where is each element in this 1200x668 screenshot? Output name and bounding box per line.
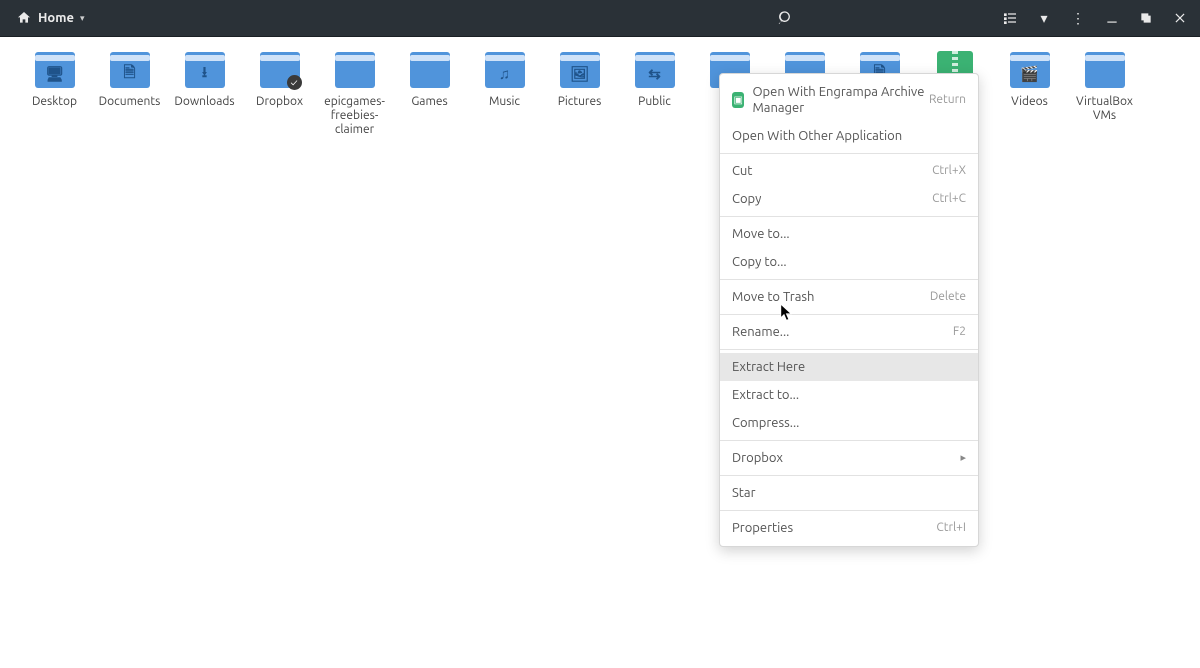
menu-label: Compress...	[732, 415, 799, 431]
grid-item[interactable]: ⇆ Public	[617, 43, 692, 111]
menu-accel: F2	[953, 324, 966, 340]
folder-icon	[0, 45, 4, 93]
archive-app-icon: ▣	[732, 92, 744, 108]
titlebar: Home ▾ ▾ ⋮	[0, 0, 1200, 37]
window-minimize-button[interactable]	[1100, 6, 1124, 30]
window-close-button[interactable]	[1168, 6, 1192, 30]
menu-separator	[720, 216, 978, 217]
menu-copy-to[interactable]: Copy to...	[720, 248, 978, 276]
menu-label: Move to...	[732, 226, 790, 242]
menu-label: Properties	[732, 520, 793, 536]
view-mode-dropdown[interactable]: ▾	[1032, 6, 1056, 30]
folder-icon: 🗎	[106, 45, 154, 93]
menu-separator	[720, 153, 978, 154]
grid-item[interactable]: epicgames-freebies-claimer	[317, 43, 392, 139]
submenu-arrow-icon: ▸	[960, 450, 966, 466]
menu-accel: Delete	[930, 289, 966, 305]
menu-copy[interactable]: Copy Ctrl+C	[720, 185, 978, 213]
context-menu: ▣ Open With Engrampa Archive Manager Ret…	[719, 73, 979, 547]
menu-separator	[720, 279, 978, 280]
menu-separator	[720, 349, 978, 350]
menu-accel: Ctrl+I	[936, 520, 966, 536]
menu-separator	[720, 510, 978, 511]
location-dropdown-icon: ▾	[80, 13, 85, 24]
menu-label: Dropbox	[732, 450, 783, 466]
location-breadcrumb[interactable]: Home ▾	[8, 10, 84, 26]
grid-item[interactable]: ♫ Music	[467, 43, 542, 111]
grid-item[interactable]: ✓ Dropbox	[242, 43, 317, 111]
grid-item[interactable]: ob	[0, 43, 17, 111]
menu-label: Copy to...	[732, 254, 787, 270]
menu-accel: Ctrl+X	[932, 163, 966, 179]
menu-label: Star	[732, 485, 756, 501]
grid-item-label: Public	[638, 95, 671, 109]
home-icon	[16, 10, 32, 26]
grid-item-label: Desktop	[32, 95, 77, 109]
grid-item[interactable]: 🎬 Videos	[992, 43, 1067, 111]
grid-item-label: Games	[411, 95, 447, 109]
grid-item[interactable]: 🗎 Documents	[92, 43, 167, 111]
grid-item[interactable]: VirtualBox VMs	[1067, 43, 1142, 125]
grid-item-label: epicgames-freebies-claimer	[319, 95, 390, 137]
menu-label: Extract Here	[732, 359, 805, 375]
grid-item[interactable]: 🖼 Pictures	[542, 43, 617, 111]
grid-item-label: Pictures	[558, 95, 602, 109]
menu-dropbox[interactable]: Dropbox ▸	[720, 444, 978, 472]
folder-icon: ♫	[481, 45, 529, 93]
window-maximize-button[interactable]	[1134, 6, 1158, 30]
menu-separator	[720, 475, 978, 476]
grid-item[interactable]: Games	[392, 43, 467, 111]
folder-icon: 🖼	[556, 45, 604, 93]
menu-accel: Ctrl+C	[932, 191, 966, 207]
icon-grid: ob 🖥 Desktop 🗎 Documents ⭳ Downloads ✓ Dropbox ep…	[0, 37, 1200, 139]
sync-badge-icon: ✓	[287, 75, 302, 90]
grid-item-label: Videos	[1011, 95, 1048, 109]
menu-separator	[720, 314, 978, 315]
menu-move-to-trash[interactable]: Move to Trash Delete	[720, 283, 978, 311]
folder-icon	[331, 45, 379, 93]
menu-open-with-other[interactable]: Open With Other Application	[720, 122, 978, 150]
menu-label: Cut	[732, 163, 752, 179]
menu-star[interactable]: Star	[720, 479, 978, 507]
menu-move-to[interactable]: Move to...	[720, 220, 978, 248]
folder-icon: 🎬	[1006, 45, 1054, 93]
menu-label: Move to Trash	[732, 289, 814, 305]
folder-icon: 🖥	[31, 45, 79, 93]
folder-icon: ⇆	[631, 45, 679, 93]
grid-item[interactable]: ⭳ Downloads	[167, 43, 242, 111]
menu-open-with-default[interactable]: ▣ Open With Engrampa Archive Manager Ret…	[720, 78, 978, 122]
menu-label: Rename...	[732, 324, 789, 340]
folder-icon	[1081, 45, 1129, 93]
folder-icon: ✓	[256, 45, 304, 93]
menu-extract-to[interactable]: Extract to...	[720, 381, 978, 409]
grid-item-label: Downloads	[174, 95, 234, 109]
grid-item-label: Documents	[99, 95, 161, 109]
menu-label: Extract to...	[732, 387, 799, 403]
grid-item-label: Dropbox	[256, 95, 303, 109]
grid-item-label: Music	[489, 95, 520, 109]
grid-item-label: VirtualBox VMs	[1069, 95, 1140, 123]
location-label: Home	[38, 11, 74, 25]
folder-icon	[406, 45, 454, 93]
grid-item[interactable]: 🖥 Desktop	[17, 43, 92, 111]
menu-properties[interactable]: Properties Ctrl+I	[720, 514, 978, 542]
titlebar-actions: ▾ ⋮	[998, 6, 1192, 30]
menu-label: Open With Other Application	[732, 128, 902, 144]
menu-rename[interactable]: Rename... F2	[720, 318, 978, 346]
hamburger-menu-button[interactable]: ⋮	[1066, 6, 1090, 30]
menu-extract-here[interactable]: Extract Here	[720, 353, 978, 381]
menu-label: Copy	[732, 191, 761, 207]
menu-separator	[720, 440, 978, 441]
view-mode-button[interactable]	[998, 6, 1022, 30]
menu-accel: Return	[929, 92, 966, 108]
search-button[interactable]	[774, 6, 798, 30]
menu-label: Open With Engrampa Archive Manager	[752, 84, 928, 116]
folder-icon: ⭳	[181, 45, 229, 93]
menu-cut[interactable]: Cut Ctrl+X	[720, 157, 978, 185]
menu-compress[interactable]: Compress...	[720, 409, 978, 437]
